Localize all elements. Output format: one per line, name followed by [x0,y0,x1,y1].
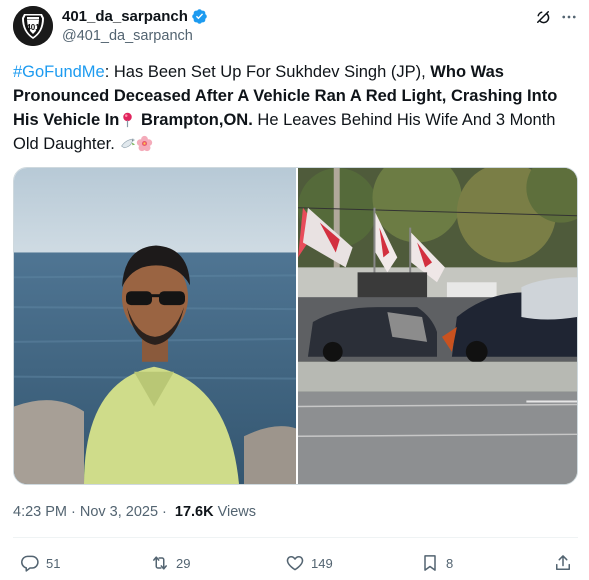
media-grid [13,167,578,485]
tweet-text-part-1: : Has Been Set Up For Sukhdev Singh (JP)… [104,63,431,81]
user-block: 401_da_sarpanch @401_da_sarpanch [62,7,208,44]
display-name[interactable]: 401_da_sarpanch [62,8,188,25]
tweet-bold-part-2: Brampton,ON. [136,111,253,129]
meta-separator: · [162,504,167,520]
like-count: 149 [311,555,333,571]
avatar[interactable]: 401 [13,6,53,46]
tweet-card[interactable]: 401 401_da_sarpanch @401_da_sarpanch #Go… [0,0,589,580]
avatar-text: 401 [26,23,40,32]
user-handle[interactable]: @401_da_sarpanch [62,28,208,44]
meta-separator: · [71,504,76,520]
more-options-icon[interactable] [560,8,578,26]
like-button[interactable]: 149 [285,553,333,573]
highway-shield-avatar-icon: 401 [13,6,53,46]
views-label: Views [217,504,257,520]
dove-icon [121,138,136,149]
repost-button[interactable]: 29 [150,553,190,573]
verified-badge-icon [192,8,207,24]
repost-icon [153,556,167,570]
views-count: 17.6K [174,504,214,520]
reply-icon [21,555,39,572]
pin-icon [123,112,133,128]
bookmark-icon [424,555,436,571]
display-name-row: 401_da_sarpanch [62,7,208,25]
bookmark-count: 8 [446,555,454,571]
bookmark-button[interactable]: 8 [420,553,453,573]
tweet-text: #GoFundMe: Has Been Set Up For Sukhdev S… [13,60,578,156]
reply-count: 51 [46,555,61,571]
share-icon [556,555,570,570]
crash-scene-photo-image [298,168,577,484]
reply-button[interactable]: 51 [20,553,60,573]
repost-count: 29 [176,555,191,571]
crash-scene-photo[interactable] [298,168,577,484]
portrait-photo-image [14,168,296,484]
grok-icon[interactable] [534,8,552,26]
divider [13,537,578,538]
tweet-meta: 4:23 PM · Nov 3, 2025 · 17.6K Views [13,504,256,520]
hashtag-link[interactable]: #GoFundMe [13,63,105,81]
tweet-time[interactable]: 4:23 PM [13,504,67,520]
heart-icon [286,556,304,571]
tweet-date[interactable]: Nov 3, 2025 [80,504,158,520]
flower-icon [137,135,153,152]
share-button[interactable] [553,553,573,573]
portrait-photo[interactable] [14,168,296,484]
